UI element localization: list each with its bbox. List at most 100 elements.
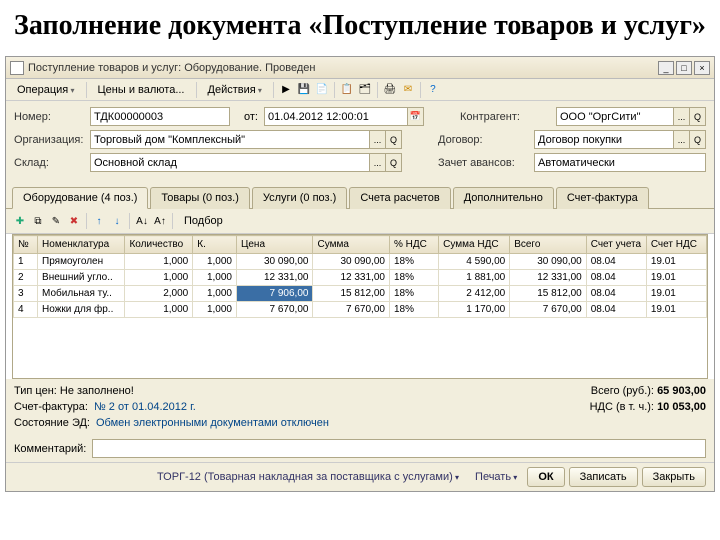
tab-accounts[interactable]: Счета расчетов [349,187,450,209]
col-sum[interactable]: Сумма [313,236,390,254]
cell-qty[interactable]: 1,000 [125,254,193,270]
move-down-icon[interactable]: ↓ [109,213,125,229]
maximize-button[interactable]: □ [676,61,692,75]
col-n[interactable]: № [14,236,38,254]
minimize-button[interactable]: _ [658,61,674,75]
col-vat-pct[interactable]: % НДС [389,236,438,254]
items-grid[interactable]: № Номенклатура Количество К. Цена Сумма … [12,234,708,379]
cell-acct[interactable]: 08.04 [586,254,646,270]
cell-price[interactable]: 7 670,00 [236,302,313,318]
table-row[interactable]: 2Внешний угло..1,0001,00012 331,0012 331… [14,270,707,286]
post-icon[interactable]: ▶ [278,82,294,98]
cell-k[interactable]: 1,000 [193,302,237,318]
select-icon[interactable]: ... [369,131,385,148]
sort-desc-icon[interactable]: A↑ [152,213,168,229]
open-icon[interactable]: Q [385,154,401,171]
cell-acct[interactable]: 08.04 [586,270,646,286]
table-row[interactable]: 3Мобильная ту..2,0001,0007 906,0015 812,… [14,286,707,302]
col-k[interactable]: К. [193,236,237,254]
number-input[interactable]: ТДК00000003 [90,107,230,126]
cell-vat_sum[interactable]: 2 412,00 [439,286,510,302]
cell-total[interactable]: 15 812,00 [510,286,587,302]
cell-vat_pct[interactable]: 18% [389,286,438,302]
tab-invoice[interactable]: Счет-фактура [556,187,649,209]
actions-menu[interactable]: Действия [201,81,269,99]
add-row-icon[interactable]: ✚ [12,213,28,229]
select-icon[interactable]: ... [369,154,385,171]
col-total[interactable]: Всего [510,236,587,254]
cell-vat_pct[interactable]: 18% [389,254,438,270]
col-qty[interactable]: Количество [125,236,193,254]
col-acct-vat[interactable]: Счет НДС [646,236,706,254]
structure-icon[interactable]: 🗂 [357,82,373,98]
cell-qty[interactable]: 1,000 [125,302,193,318]
edit-row-icon[interactable]: ✎ [48,213,64,229]
cell-acct[interactable]: 08.04 [586,302,646,318]
cell-k[interactable]: 1,000 [193,286,237,302]
cell-nom[interactable]: Мобильная ту.. [38,286,125,302]
cell-nom[interactable]: Ножки для фр.. [38,302,125,318]
cell-price[interactable]: 12 331,00 [236,270,313,286]
cell-nom[interactable]: Внешний угло.. [38,270,125,286]
open-icon[interactable]: Q [385,131,401,148]
save-button[interactable]: Записать [569,467,638,487]
torg12-link[interactable]: ТОРГ-12 (Товарная накладная за поставщик… [151,468,465,486]
save-icon[interactable]: 💾 [296,82,312,98]
cell-acct_vat[interactable]: 19.01 [646,286,706,302]
tab-services[interactable]: Услуги (0 поз.) [252,187,347,209]
cell-k[interactable]: 1,000 [193,270,237,286]
delete-row-icon[interactable]: ✖ [66,213,82,229]
cell-n[interactable]: 3 [14,286,38,302]
cell-sum[interactable]: 30 090,00 [313,254,390,270]
select-icon[interactable]: ... [673,131,689,148]
cell-n[interactable]: 2 [14,270,38,286]
pick-button[interactable]: Подбор [177,212,230,230]
cell-vat_sum[interactable]: 1 170,00 [439,302,510,318]
based-on-icon[interactable]: 📋 [339,82,355,98]
cell-acct_vat[interactable]: 19.01 [646,302,706,318]
calendar-icon[interactable]: 📅 [407,108,423,125]
ok-button[interactable]: ОК [527,467,564,487]
cell-sum[interactable]: 7 670,00 [313,302,390,318]
invoice-link[interactable]: № 2 от 01.04.2012 г. [94,401,196,413]
ed-icon[interactable]: ✉ [400,82,416,98]
comment-input[interactable] [92,439,706,458]
cell-sum[interactable]: 15 812,00 [313,286,390,302]
cell-vat_sum[interactable]: 4 590,00 [439,254,510,270]
close-form-button[interactable]: Закрыть [642,467,706,487]
cell-total[interactable]: 30 090,00 [510,254,587,270]
select-icon[interactable]: ... [673,108,689,125]
contract-input[interactable]: Договор покупки...Q [534,130,706,149]
counteragent-input[interactable]: ООО "ОргСити"...Q [556,107,706,126]
cell-nom[interactable]: Прямоуголен [38,254,125,270]
warehouse-input[interactable]: Основной склад...Q [90,153,402,172]
cell-total[interactable]: 7 670,00 [510,302,587,318]
table-row[interactable]: 1Прямоуголен1,0001,00030 090,0030 090,00… [14,254,707,270]
prices-menu[interactable]: Цены и валюта... [91,81,192,99]
report-icon[interactable]: 📄 [314,82,330,98]
print-button[interactable]: Печать [469,468,523,486]
col-vat-sum[interactable]: Сумма НДС [439,236,510,254]
cell-qty[interactable]: 2,000 [125,286,193,302]
cell-acct_vat[interactable]: 19.01 [646,254,706,270]
cell-vat_pct[interactable]: 18% [389,270,438,286]
table-row[interactable]: 4Ножки для фр..1,0001,0007 670,007 670,0… [14,302,707,318]
tab-additional[interactable]: Дополнительно [453,187,554,209]
col-nomenclature[interactable]: Номенклатура [38,236,125,254]
advance-input[interactable]: Автоматически [534,153,706,172]
cell-total[interactable]: 12 331,00 [510,270,587,286]
cell-vat_sum[interactable]: 1 881,00 [439,270,510,286]
ed-state-link[interactable]: Обмен электронными документами отключен [96,417,329,429]
org-input[interactable]: Торговый дом "Комплексный"...Q [90,130,402,149]
cell-price[interactable]: 7 906,00 [236,286,313,302]
cell-k[interactable]: 1,000 [193,254,237,270]
cell-n[interactable]: 4 [14,302,38,318]
cell-price[interactable]: 30 090,00 [236,254,313,270]
col-acct[interactable]: Счет учета [586,236,646,254]
open-icon[interactable]: Q [689,108,705,125]
open-icon[interactable]: Q [689,131,705,148]
print-icon[interactable]: 🖨 [382,82,398,98]
cell-sum[interactable]: 12 331,00 [313,270,390,286]
cell-qty[interactable]: 1,000 [125,270,193,286]
cell-acct[interactable]: 08.04 [586,286,646,302]
